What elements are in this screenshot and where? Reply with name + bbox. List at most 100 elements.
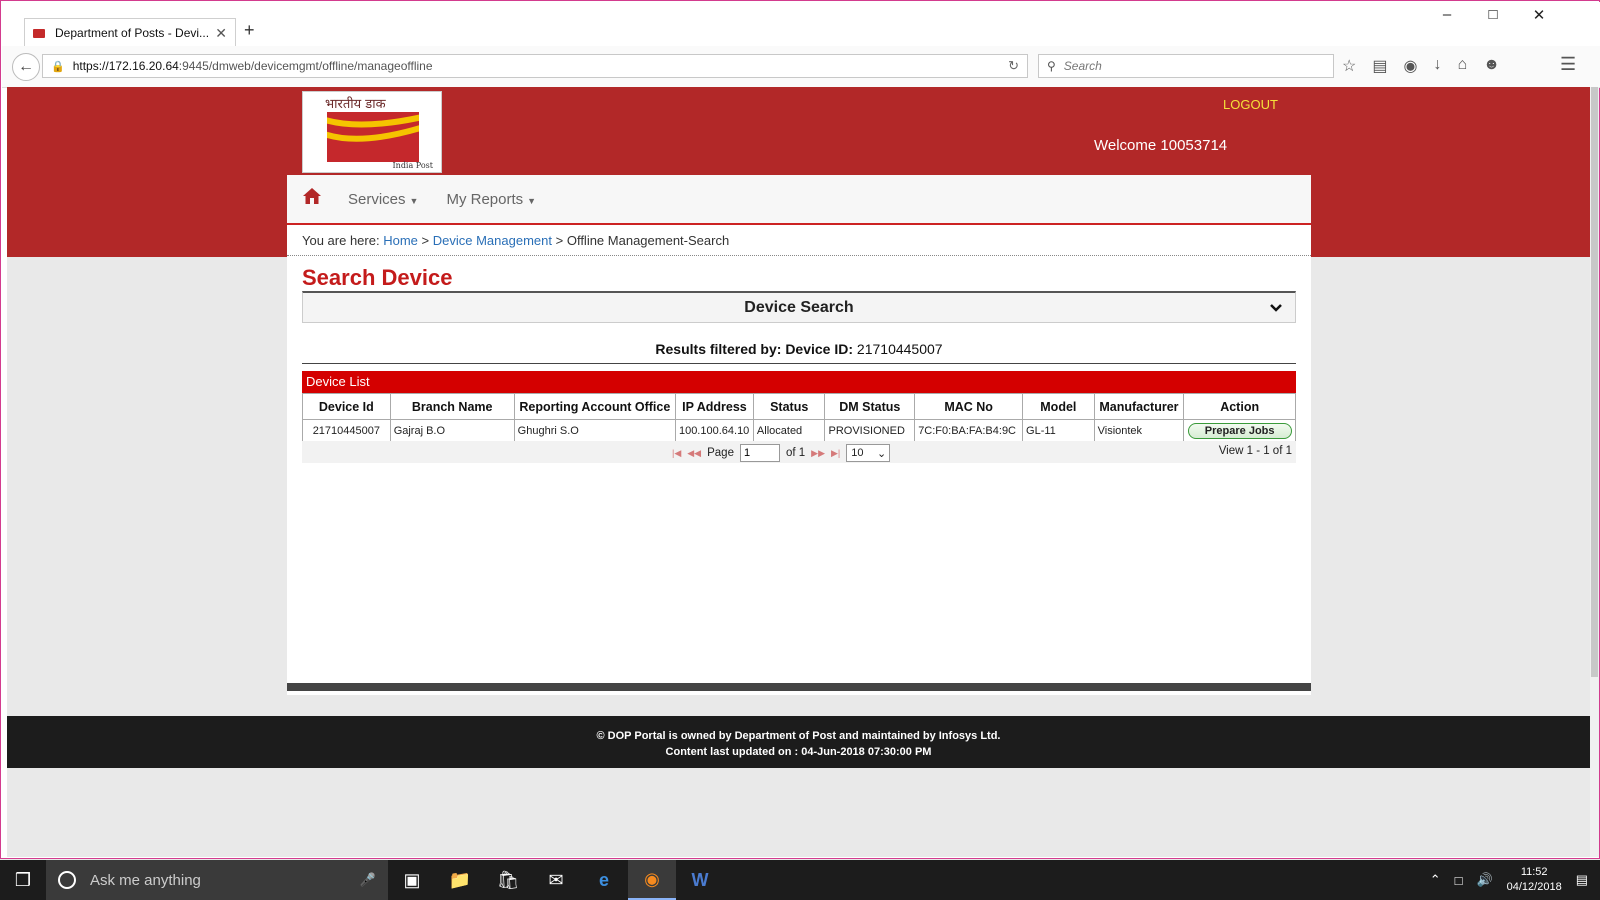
cell-branch-name: Gajraj B.O [389,419,515,442]
home-browser-icon[interactable]: ⌂ [1457,56,1467,76]
breadcrumb-current: Offline Management-Search [566,233,730,248]
download-icon[interactable]: ↓ [1433,56,1441,76]
menu-my-reports[interactable]: My Reports ▼ [446,191,536,208]
prepare-jobs-button[interactable]: Prepare Jobs [1187,422,1292,439]
column-header[interactable]: Branch Name [389,393,515,420]
cortana-placeholder: Ask me anything [90,871,201,889]
windows-start-icon[interactable]: ❒ [0,870,46,891]
toolbar-icons: ☆ ▤ ◉ ↓ ⌂ ☻ [1342,56,1500,76]
column-header[interactable]: Reporting Account Office [513,393,676,420]
favicon-icon [33,28,45,38]
logo-hindi-text: भारतीय डाक [325,97,386,112]
page-of-label: of 1 [785,447,806,459]
pocket-icon[interactable]: ◉ [1403,56,1417,76]
cell-status: Allocated [752,419,826,442]
column-header[interactable]: IP Address [674,393,754,420]
cell-device-id: 21710445007 [302,419,391,442]
chevron-down-icon[interactable] [1269,293,1283,333]
column-header[interactable]: Model [1022,393,1095,420]
clock[interactable]: 11:52 04/12/2018 [1507,865,1562,895]
mail-icon[interactable]: ✉ [532,860,580,900]
next-page-icon[interactable]: ▶▶ [811,448,825,459]
store-icon[interactable]: 🛍 [484,860,532,900]
table-row[interactable]: 21710445007 Gajraj B.O Ghughri S.O 100.1… [302,419,1296,442]
content-bottom-bar [287,683,1311,691]
cell-model: GL-11 [1022,419,1095,442]
chevron-down-icon: ⌄ [877,447,887,460]
cortana-search-box[interactable]: Ask me anything 🎤 [46,860,388,900]
maximize-button[interactable]: □ [1478,6,1508,23]
breadcrumb-device-management[interactable]: Device Management [433,233,552,248]
reload-icon[interactable]: ↻ [1008,58,1019,74]
india-post-logo[interactable]: भारतीय डाक India Post [302,91,442,173]
close-window-button[interactable]: ✕ [1524,6,1554,24]
records-summary: View 1 - 1 of 1 [1218,445,1292,457]
device-list-header: Device List [302,371,1296,393]
logo-english-text: India Post [392,161,434,170]
breadcrumb-separator: > [555,233,564,248]
caret-down-icon: ▼ [527,195,537,206]
column-header[interactable]: DM Status [824,393,916,420]
page-title: Search Device [302,265,453,290]
cell-dm-status: PROVISIONED [824,419,916,442]
tray-chevron-up-icon[interactable]: ⌃ [1430,872,1441,888]
page-viewport: भारतीय डाक India Post LOGOUT Welcome 100… [7,87,1590,857]
home-icon[interactable] [302,187,322,211]
device-search-panel[interactable]: Device Search [302,291,1296,323]
breadcrumb-separator: > [421,233,430,248]
page-container: भारतीय डाक India Post LOGOUT Welcome 100… [287,87,1311,707]
search-panel-title: Device Search [744,299,854,316]
chat-icon[interactable]: ☻ [1483,56,1500,76]
previous-page-icon[interactable]: ◀◀ [687,448,701,459]
network-icon[interactable]: □ [1455,873,1463,888]
firefox-icon[interactable]: ◉ [628,860,676,900]
reading-list-icon[interactable]: ▤ [1372,56,1387,76]
filter-label: Results filtered by: Device ID: [655,341,854,357]
welcome-text: Welcome 10053714 [1094,137,1228,154]
system-tray: ⌃ □ 🔊 11:52 04/12/2018 ▤ [1430,860,1600,900]
browser-search-input[interactable]: ⚲ Search [1038,54,1334,78]
page-number-input[interactable] [739,444,780,462]
hamburger-menu-icon[interactable]: ☰ [1560,54,1576,75]
menu-services[interactable]: Services ▼ [348,191,418,208]
breadcrumb-home[interactable]: Home [383,233,418,248]
scrollbar-thumb[interactable] [1591,87,1598,677]
column-header[interactable]: Status [752,393,826,420]
page-size-select[interactable]: 10 ⌄ [846,444,891,462]
column-header[interactable]: Device Id [302,393,391,420]
breadcrumb-prefix: You are here: [302,233,380,248]
caret-down-icon: ▼ [409,195,419,206]
file-explorer-icon[interactable]: 📁 [436,860,484,900]
edge-icon[interactable]: e [580,860,628,900]
column-header[interactable]: MAC No [914,393,1024,420]
microphone-icon[interactable]: 🎤 [360,872,376,888]
task-view-icon[interactable]: ▣ [388,860,436,900]
clock-date: 04/12/2018 [1506,881,1562,893]
word-icon[interactable]: W [676,860,724,900]
browser-tab[interactable]: Department of Posts - Devi... ✕ [24,18,236,47]
close-tab-icon[interactable]: ✕ [215,25,227,42]
search-placeholder: Search [1063,59,1102,73]
back-button[interactable]: ← [12,53,40,81]
notifications-icon[interactable]: ▤ [1576,872,1588,888]
device-table: Device Id Branch Name Reporting Account … [302,393,1296,442]
column-header[interactable]: Manufacturer [1093,393,1185,420]
cell-manufacturer: Visiontek [1093,419,1185,442]
footer-updated: Content last updated on : 04-Jun-2018 07… [665,746,932,758]
tab-title: Department of Posts - Devi... [55,26,210,40]
address-bar[interactable]: 🔒 https://172.16.20.64 :9445/dmweb/devic… [42,54,1028,78]
minimize-button[interactable]: – [1432,6,1462,23]
bookmark-star-icon[interactable]: ☆ [1342,56,1356,76]
lock-icon: 🔒 [51,60,65,73]
column-header: Action [1183,393,1296,420]
cell-action: Prepare Jobs [1183,419,1296,442]
page-label: Page [707,447,734,459]
logout-link[interactable]: LOGOUT [1223,97,1278,112]
new-tab-button[interactable]: + [244,20,255,41]
last-page-icon[interactable]: ▶| [831,448,840,459]
pagination-controls: |◀ ◀◀ Page of 1 ▶▶ ▶| 10 ⌄ [672,444,891,462]
first-page-icon[interactable]: |◀ [672,448,681,459]
page-size-value: 10 [851,447,864,459]
volume-icon[interactable]: 🔊 [1476,872,1492,888]
filter-summary: Results filtered by: Device ID: 21710445… [302,341,1296,364]
